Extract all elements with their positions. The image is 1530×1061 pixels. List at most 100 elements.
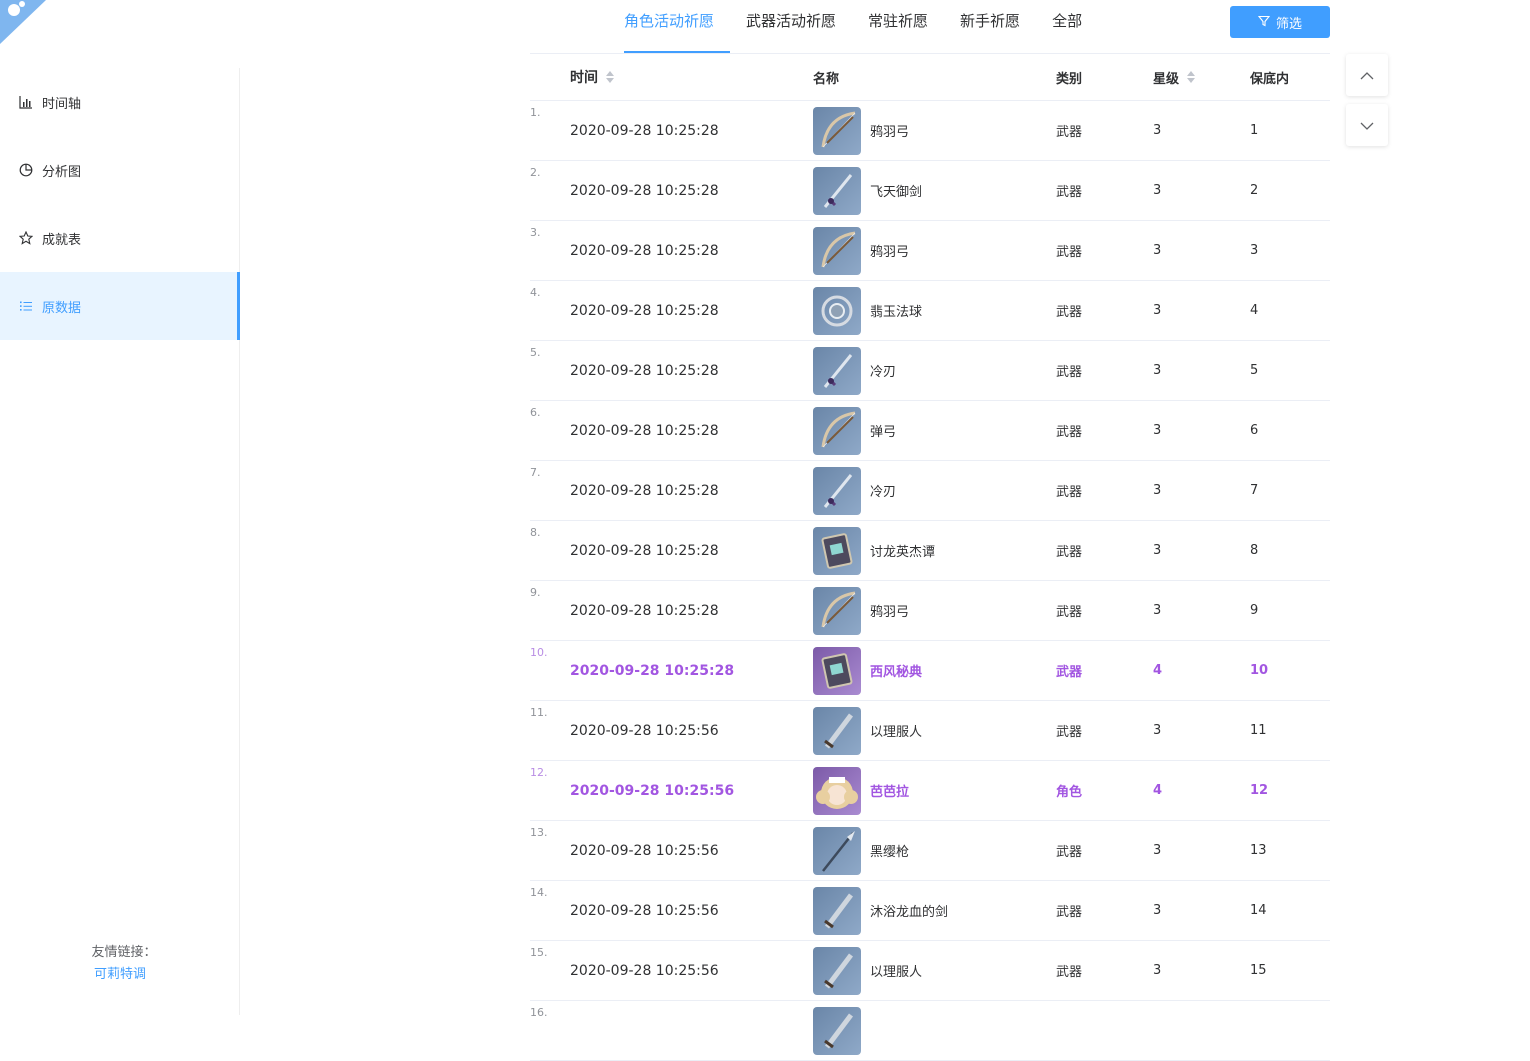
tab-beginner[interactable]: 新手祈愿: [944, 0, 1036, 42]
table-row: 12. 2020-09-28 10:25:56 芭芭拉 角色 4 12: [530, 761, 1330, 821]
sidebar-menu: 时间轴 分析图 成就表 原数据: [0, 68, 240, 340]
row-index: 2.: [530, 166, 541, 179]
item-name: 鸦羽弓: [870, 125, 910, 140]
wish-history-table: 时间 名称 类别 星级 保底内 1. 2020-09-28 10:25:28 鸦羽弓…: [530, 53, 1330, 1061]
cell-star: 3: [1153, 843, 1162, 858]
cell-name: 黑缨枪: [813, 826, 1056, 875]
item-name: 讨龙英杰谭: [870, 545, 936, 560]
sword-icon: [813, 466, 861, 515]
character-portrait-icon: [813, 766, 861, 815]
cell-pity: 7: [1250, 483, 1259, 498]
item-name: 以理服人: [870, 965, 923, 980]
cell-name: 沐浴龙血的剑: [813, 886, 1056, 935]
bow-icon: [813, 226, 861, 275]
sidebar-item-timeline[interactable]: 时间轴: [0, 68, 240, 136]
sidebar-item-analysis[interactable]: 分析图: [0, 136, 240, 204]
column-time[interactable]: 时间: [530, 67, 813, 87]
table-header: 时间 名称 类别 星级 保底内: [530, 53, 1330, 101]
column-category: 类别: [1056, 71, 1083, 87]
item-name: 飞天御剑: [870, 185, 923, 200]
sidebar-item-label: 时间轴: [42, 96, 82, 112]
row-index: 15.: [530, 946, 548, 959]
column-star-label: 星级: [1153, 71, 1180, 87]
cell-category: 武器: [1056, 125, 1083, 140]
cell-time: 2020-09-28 10:25:56: [570, 902, 719, 919]
item-name: 西风秘典: [870, 665, 923, 680]
cell-star: 3: [1153, 303, 1162, 318]
cell-pity: 11: [1250, 723, 1267, 738]
item-name: 鸦羽弓: [870, 245, 910, 260]
filter-button[interactable]: 筛选: [1230, 6, 1330, 38]
cell-category: 武器: [1056, 485, 1083, 500]
cell-star: 3: [1153, 423, 1162, 438]
row-index: 16.: [530, 1006, 548, 1019]
filter-button-label: 筛选: [1275, 15, 1302, 31]
column-star[interactable]: 星级: [1153, 68, 1250, 87]
table-row: 13. 2020-09-28 10:25:56 黑缨枪 武器 3 13: [530, 821, 1330, 881]
item-name: 鸦羽弓: [870, 605, 910, 620]
cell-category: 武器: [1056, 725, 1083, 740]
cell-name: 飞天御剑: [813, 166, 1056, 215]
tab-weapon-event[interactable]: 武器活动祈愿: [730, 0, 852, 42]
table-row: 15. 2020-09-28 10:25:56 以理服人 武器 3 15: [530, 941, 1330, 1001]
column-pity: 保底内: [1250, 71, 1290, 87]
bow-icon: [813, 406, 861, 455]
tab-standard[interactable]: 常驻祈愿: [852, 0, 944, 42]
cell-time: 2020-09-28 10:25:56: [570, 842, 719, 859]
cell-star: 3: [1153, 183, 1162, 198]
sidebar-item-label: 成就表: [42, 232, 82, 248]
cell-time: 2020-09-28 10:25:56: [570, 722, 719, 739]
item-name: 黑缨枪: [870, 845, 910, 860]
cell-name: 以理服人: [813, 706, 1056, 755]
scroll-bottom-button[interactable]: [1346, 104, 1388, 146]
cell-name: 鸦羽弓: [813, 586, 1056, 635]
chevron-up-icon: [1360, 66, 1374, 85]
table-row: 16.: [530, 1001, 1330, 1061]
table-row: 3. 2020-09-28 10:25:28 鸦羽弓 武器 3 3: [530, 221, 1330, 281]
row-index: 11.: [530, 706, 548, 719]
cell-time: 2020-09-28 10:25:28: [570, 422, 719, 439]
cell-star: 3: [1153, 243, 1162, 258]
cell-pity: 8: [1250, 543, 1259, 558]
cell-name: 以理服人: [813, 946, 1056, 995]
cell-name: 西风秘典: [813, 646, 1056, 695]
cell-star: 3: [1153, 363, 1162, 378]
claymore-icon: [813, 706, 861, 755]
column-name: 名称: [813, 71, 840, 87]
sort-icon[interactable]: [1187, 71, 1196, 83]
cell-star: 3: [1153, 963, 1162, 978]
cell-pity: 10: [1250, 663, 1269, 678]
cell-pity: 4: [1250, 303, 1259, 318]
cell-star: 4: [1153, 783, 1163, 798]
sort-icon[interactable]: [606, 71, 614, 83]
item-name: 冷刃: [870, 485, 897, 500]
bow-icon: [813, 106, 861, 155]
tab-all[interactable]: 全部: [1036, 0, 1098, 42]
sword-icon: [813, 346, 861, 395]
row-index: 9.: [530, 586, 541, 599]
bow-icon: [813, 586, 861, 635]
tab-character-event[interactable]: 角色活动祈愿: [608, 0, 731, 53]
cell-pity: 1: [1250, 123, 1259, 138]
friend-link[interactable]: 可莉特调: [0, 964, 240, 986]
cell-name: 鸦羽弓: [813, 226, 1056, 275]
cell-time: 2020-09-28 10:25:28: [570, 182, 719, 199]
cell-category: 武器: [1056, 305, 1083, 320]
cell-category: 武器: [1056, 245, 1083, 260]
cell-time: 2020-09-28 10:25:28: [570, 482, 719, 499]
item-name: 翡玉法球: [870, 305, 923, 320]
claymore-icon: [813, 886, 861, 935]
book-icon: [813, 526, 861, 575]
cell-star: 3: [1153, 723, 1162, 738]
row-index: 13.: [530, 826, 548, 839]
cell-star: 4: [1153, 663, 1163, 678]
filter-icon: [1257, 15, 1271, 30]
table-row: 2. 2020-09-28 10:25:28 飞天御剑 武器 3 2: [530, 161, 1330, 221]
table-row: 5. 2020-09-28 10:25:28 冷刃 武器 3 5: [530, 341, 1330, 401]
item-name: 芭芭拉: [870, 785, 910, 800]
sidebar-item-raw-data[interactable]: 原数据: [0, 272, 240, 340]
cell-pity: 9: [1250, 603, 1259, 618]
scroll-top-button[interactable]: [1346, 54, 1388, 96]
sidebar-item-achievements[interactable]: 成就表: [0, 204, 240, 272]
cell-star: 3: [1153, 543, 1162, 558]
